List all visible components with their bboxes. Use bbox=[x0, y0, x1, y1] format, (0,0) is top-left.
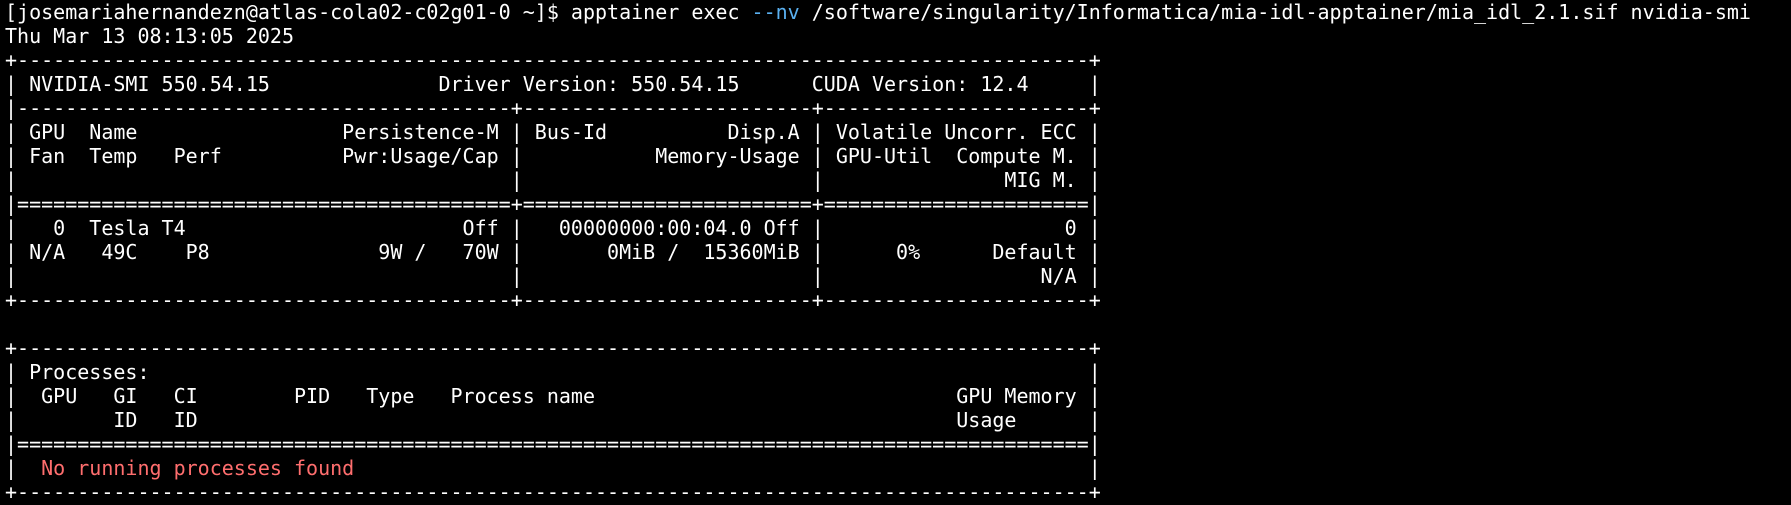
processes-header-row-2: | ID ID Usage | bbox=[5, 408, 1101, 432]
prompt-prefix: [josemariahernandezn@atlas-cola02-c02g01… bbox=[5, 0, 752, 24]
processes-title-row: | Processes: | bbox=[5, 360, 1101, 384]
smi-header-row-1: | GPU Name Persistence-M | Bus-Id Disp.A… bbox=[5, 120, 1101, 144]
command-args: /software/singularity/Informatica/mia-id… bbox=[799, 0, 1751, 24]
processes-separator: |=======================================… bbox=[5, 432, 1101, 456]
smi-table-border-bottom: +---------------------------------------… bbox=[5, 288, 1101, 312]
smi-header-separator: |=======================================… bbox=[5, 192, 1101, 216]
smi-header-row-3: | | | MIG M. | bbox=[5, 168, 1101, 192]
gpu-row-2: | N/A 49C P8 9W / 70W | 0MiB / 15360MiB … bbox=[5, 240, 1101, 264]
nv-flag: --nv bbox=[751, 0, 800, 24]
processes-border-bottom: +---------------------------------------… bbox=[5, 480, 1101, 504]
no-processes-prefix: | bbox=[5, 456, 42, 480]
no-processes-row: | No running processes found | bbox=[5, 456, 1791, 480]
terminal-window[interactable]: [josemariahernandezn@atlas-cola02-c02g01… bbox=[0, 0, 1791, 505]
no-processes-message: No running processes found bbox=[41, 456, 355, 480]
gpu-row-3: | | | N/A | bbox=[5, 264, 1101, 288]
processes-header-row-1: | GPU GI CI PID Type Process name GPU Me… bbox=[5, 384, 1101, 408]
processes-border-top: +---------------------------------------… bbox=[5, 336, 1101, 360]
smi-header-row-2: | Fan Temp Perf Pwr:Usage/Cap | Memory-U… bbox=[5, 144, 1101, 168]
smi-header-divider: |---------------------------------------… bbox=[5, 96, 1101, 120]
datetime-line: Thu Mar 13 08:13:05 2025 bbox=[5, 24, 294, 48]
smi-version-row: | NVIDIA-SMI 550.54.15 Driver Version: 5… bbox=[5, 72, 1101, 96]
gpu-row-1: | 0 Tesla T4 Off | 00000000:00:04.0 Off … bbox=[5, 216, 1101, 240]
command-prompt-line: [josemariahernandezn@atlas-cola02-c02g01… bbox=[5, 0, 1791, 24]
no-processes-suffix: | bbox=[354, 456, 1101, 480]
smi-table-border-top: +---------------------------------------… bbox=[5, 48, 1101, 72]
